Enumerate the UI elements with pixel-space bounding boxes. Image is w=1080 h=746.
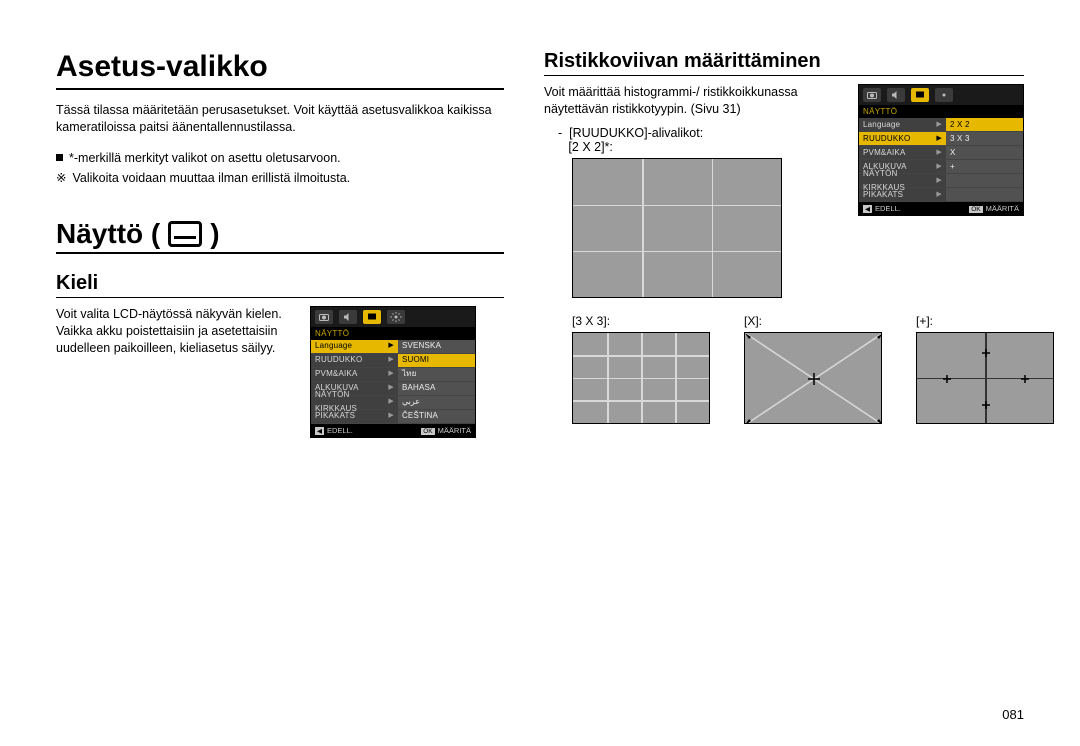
- menu-item-pvmaika: PVM&AIKA▶: [859, 146, 946, 160]
- intro-text: Tässä tilassa määritetään perusasetukset…: [56, 102, 504, 136]
- footer-prev: ◀EDELL.: [863, 204, 901, 213]
- menu-title: NÄYTTÖ: [859, 105, 1023, 118]
- tab-camera-icon: [863, 88, 881, 102]
- tab-sound-icon: [887, 88, 905, 102]
- menu-title: NÄYTTÖ: [311, 327, 475, 340]
- tab-camera-icon: [315, 310, 333, 324]
- lang-svenska: SVENSKA: [398, 340, 475, 354]
- label-x: [X]:: [744, 314, 882, 328]
- grid-preview-plus: [916, 332, 1054, 424]
- kieli-description: Voit valita LCD-näytössä näkyvän kielen.…: [56, 306, 296, 357]
- menu-item-ruudukko: RUUDUKKO▶: [859, 132, 946, 146]
- section-naytto-heading: Näyttö ( ): [56, 218, 504, 254]
- lang-suomi: SUOMI: [398, 354, 475, 368]
- footer-ok: OKMÄÄRITÄ: [421, 426, 471, 435]
- grid-opt-plus: +: [946, 160, 1023, 174]
- tab-display-icon: [911, 88, 929, 102]
- menu-item-pvmaika: PVM&AIKA▶: [311, 368, 398, 382]
- label-3x3: [3 X 3]:: [572, 314, 710, 328]
- footer-ok: OKMÄÄRITÄ: [969, 204, 1019, 213]
- lang-thai: ไทย: [398, 368, 475, 382]
- grid-opt-3x3: 3 X 3: [946, 132, 1023, 146]
- tab-sound-icon: [339, 310, 357, 324]
- grid-menu-screenshot: NÄYTTÖ Language▶ RUUDUKKO▶ PVM&AIKA▶ ALK…: [858, 84, 1024, 216]
- lang-bahasa: BAHASA: [398, 382, 475, 396]
- subheading-kieli: Kieli: [56, 272, 504, 298]
- ristikko-description: Voit määrittää histogrammi-/ ristikkoikk…: [544, 84, 844, 118]
- menu-item-language: Language▶: [311, 340, 398, 354]
- tab-settings-icon: [935, 88, 953, 102]
- menu-item-ruudukko: RUUDUKKO▶: [311, 354, 398, 368]
- monitor-icon: [168, 221, 202, 247]
- lang-cestina: ČEŠTINA: [398, 410, 475, 424]
- grid-opt-x: X: [946, 146, 1023, 160]
- subheading-ristikko: Ristikkoviivan määrittäminen: [544, 50, 1024, 76]
- tab-settings-icon: [387, 310, 405, 324]
- grid-preview-3x3: [572, 332, 710, 424]
- grid-preview-2x2: [572, 158, 782, 298]
- label-plus: [+]:: [916, 314, 1054, 328]
- menu-item-kirkkaus: NÄYTÖN KIRKKAUS▶: [311, 396, 398, 410]
- language-menu-screenshot: NÄYTTÖ Language▶ RUUDUKKO▶ PVM&AIKA▶ ALK…: [310, 306, 476, 438]
- bullet-notice: ※Valikoita voidaan muuttaa ilman erillis…: [56, 168, 504, 188]
- grid-preview-x: [744, 332, 882, 424]
- asterisk-icon: ※: [56, 171, 66, 185]
- footer-prev: ◀EDELL.: [315, 426, 353, 435]
- square-bullet-icon: [56, 154, 63, 161]
- menu-item-kirkkaus: NÄYTÖN KIRKKAUS▶: [859, 174, 946, 188]
- lang-arabic: عربي: [398, 396, 475, 410]
- bullet-default: *-merkillä merkityt valikot on asettu ol…: [56, 148, 504, 168]
- page-title: Asetus-valikko: [56, 50, 504, 90]
- tab-display-icon: [363, 310, 381, 324]
- page-number: 081: [1002, 707, 1024, 722]
- grid-opt-2x2: 2 X 2: [946, 118, 1023, 132]
- menu-item-language: Language▶: [859, 118, 946, 132]
